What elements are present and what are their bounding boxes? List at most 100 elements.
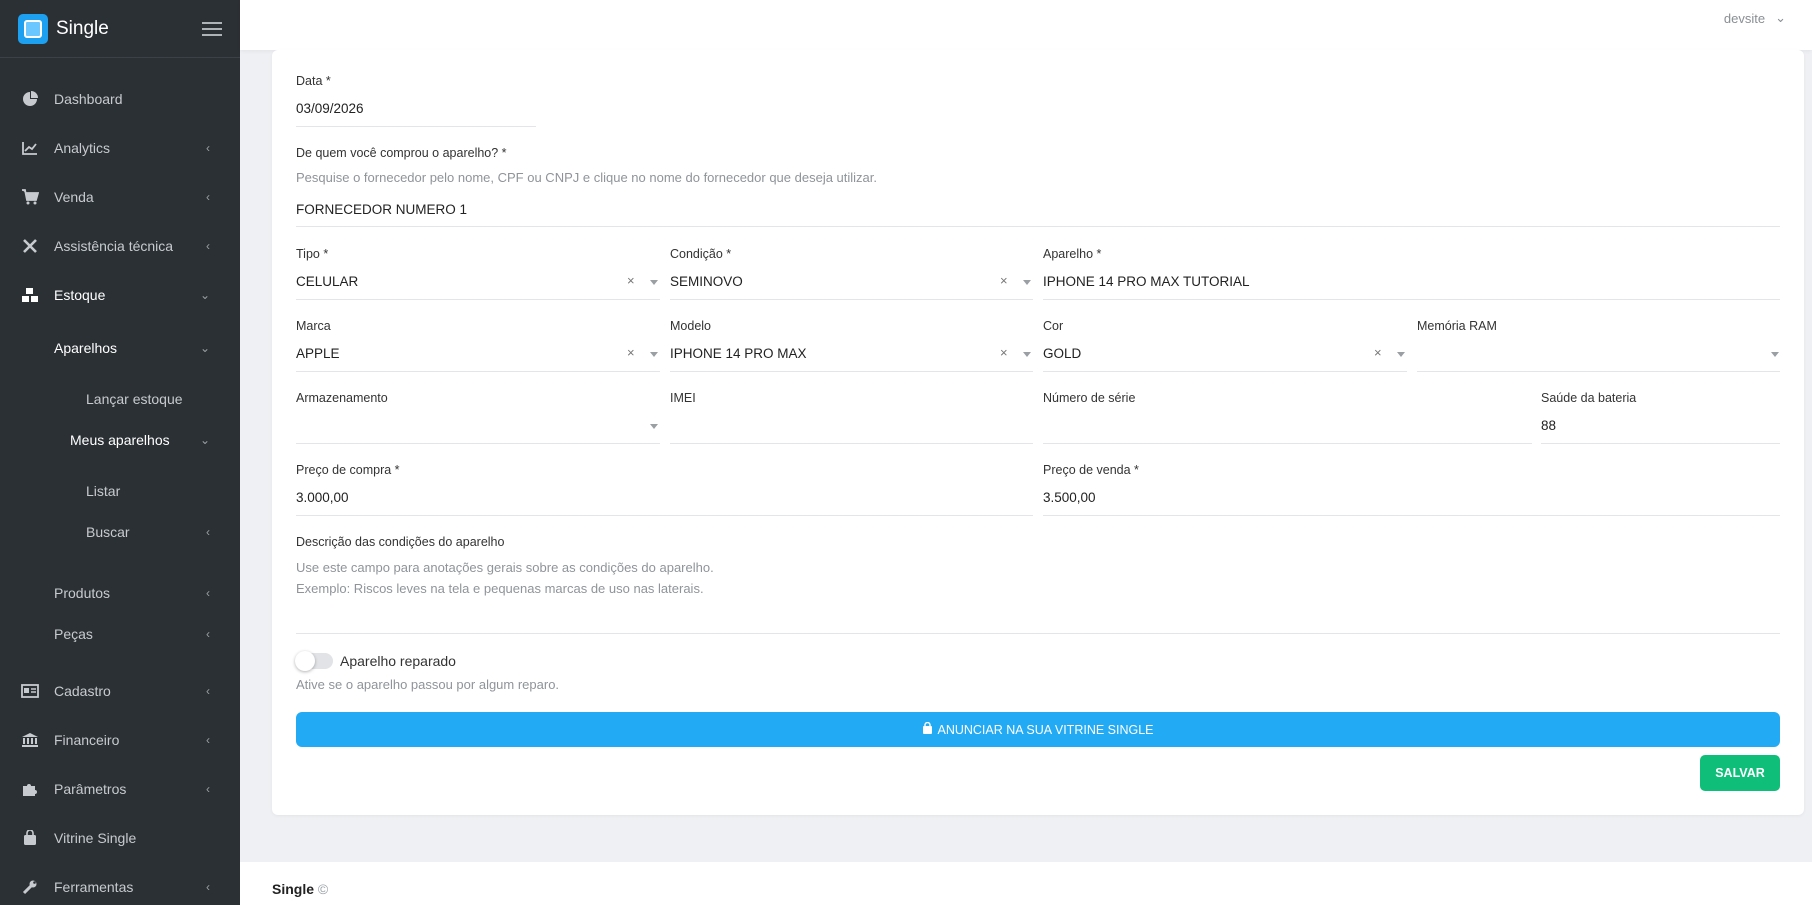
sidebar-item-ferramentas[interactable]: Ferramentas ‹ xyxy=(0,867,240,905)
serie-label: Número de série xyxy=(1043,391,1136,405)
sidebar-item-vitrine[interactable]: Vitrine Single xyxy=(0,818,240,858)
bateria-underline xyxy=(1541,443,1780,444)
marca-label: Marca xyxy=(296,319,331,333)
save-button[interactable]: SALVAR xyxy=(1700,755,1780,791)
topbar: devsite ⌄ xyxy=(240,0,1812,50)
clear-icon[interactable]: × xyxy=(1374,345,1382,360)
data-input[interactable]: 03/09/2026 xyxy=(296,101,364,116)
clear-icon[interactable]: × xyxy=(1000,273,1008,288)
logo-icon xyxy=(18,13,48,44)
dropdown-caret-icon[interactable] xyxy=(650,424,658,429)
armazenamento-label: Armazenamento xyxy=(296,391,388,405)
sidebar-item-label: Assistência técnica xyxy=(54,238,174,254)
footer: Single © xyxy=(240,862,1812,905)
dropdown-caret-icon[interactable] xyxy=(650,280,658,285)
clear-icon[interactable]: × xyxy=(627,345,635,360)
fornecedor-hint: Pesquise o fornecedor pelo nome, CPF ou … xyxy=(296,170,878,185)
sidebar-item-label: Financeiro xyxy=(54,732,120,748)
dropdown-caret-icon[interactable] xyxy=(1771,352,1779,357)
cor-select[interactable]: GOLD xyxy=(1043,346,1081,361)
bateria-input[interactable]: 88 xyxy=(1541,418,1556,433)
reparado-label: Aparelho reparado xyxy=(340,653,456,669)
memoria-underline xyxy=(1417,371,1780,372)
tipo-select[interactable]: CELULAR xyxy=(296,274,358,289)
sidebar-item-label: Analytics xyxy=(54,140,111,156)
chevron-left-icon: ‹ xyxy=(206,586,210,600)
chevron-down-icon: ⌄ xyxy=(1775,10,1786,25)
imei-underline xyxy=(670,443,1033,444)
bag-icon xyxy=(922,721,933,737)
sidebar-item-label: Vitrine Single xyxy=(54,830,137,846)
id-card-icon xyxy=(21,682,39,700)
dropdown-caret-icon[interactable] xyxy=(1023,280,1031,285)
dropdown-caret-icon[interactable] xyxy=(650,352,658,357)
sidebar-item-analytics[interactable]: Analytics ‹ xyxy=(0,128,240,168)
sidebar-item-label: Lançar estoque xyxy=(86,391,183,407)
wrench-icon xyxy=(21,878,39,896)
sidebar-item-dashboard[interactable]: Dashboard xyxy=(0,79,240,119)
sidebar-item-meus-aparelhos[interactable]: Meus aparelhos ⌄ xyxy=(0,420,240,460)
bag-icon xyxy=(21,829,39,847)
sidebar-item-venda[interactable]: Venda ‹ xyxy=(0,177,240,217)
sidebar-item-aparelhos[interactable]: Aparelhos ⌄ xyxy=(0,328,240,368)
condicao-label: Condição * xyxy=(670,247,732,261)
chevron-left-icon: ‹ xyxy=(206,733,210,747)
condicao-select[interactable]: SEMINOVO xyxy=(670,274,743,289)
chevron-left-icon: ‹ xyxy=(206,880,210,894)
modelo-select[interactable]: IPHONE 14 PRO MAX xyxy=(670,346,807,361)
tipo-underline xyxy=(296,299,660,300)
aparelho-input[interactable]: IPHONE 14 PRO MAX TUTORIAL xyxy=(1043,274,1250,289)
sidebar-item-label: Peças xyxy=(54,626,93,642)
dropdown-caret-icon[interactable] xyxy=(1023,352,1031,357)
preco-compra-input[interactable]: 3.000,00 xyxy=(296,490,349,505)
sidebar: Single Dashboard Analytics ‹ Venda ‹ Ass… xyxy=(0,0,240,905)
clear-icon[interactable]: × xyxy=(627,273,635,288)
modelo-label: Modelo xyxy=(670,319,711,333)
memoria-label: Memória RAM xyxy=(1417,319,1497,333)
descricao-placeholder-line2[interactable]: Exemplo: Riscos leves na tela e pequenas… xyxy=(296,581,704,596)
sidebar-item-cadastro[interactable]: Cadastro ‹ xyxy=(0,671,240,711)
sidebar-item-label: Buscar xyxy=(86,524,130,540)
sidebar-item-parametros[interactable]: Parâmetros ‹ xyxy=(0,769,240,809)
marca-select[interactable]: APPLE xyxy=(296,346,340,361)
sidebar-item-pecas[interactable]: Peças ‹ xyxy=(0,614,240,654)
sidebar-item-label: Venda xyxy=(54,189,94,205)
data-underline xyxy=(296,126,536,127)
menu-toggle-icon[interactable] xyxy=(202,21,222,36)
cor-label: Cor xyxy=(1043,319,1064,333)
clear-icon[interactable]: × xyxy=(1000,345,1008,360)
cor-underline xyxy=(1043,371,1407,372)
fornecedor-label: De quem você comprou o aparelho? * xyxy=(296,146,507,160)
preco-venda-input[interactable]: 3.500,00 xyxy=(1043,490,1096,505)
sidebar-item-financeiro[interactable]: Financeiro ‹ xyxy=(0,720,240,760)
pie-chart-icon xyxy=(21,90,39,108)
sidebar-item-listar[interactable]: Listar xyxy=(0,471,240,511)
dropdown-caret-icon[interactable] xyxy=(1397,352,1405,357)
bank-icon xyxy=(21,731,39,749)
sidebar-item-produtos[interactable]: Produtos ‹ xyxy=(0,573,240,613)
sidebar-item-label: Aparelhos xyxy=(54,340,118,356)
preco-venda-underline xyxy=(1043,515,1780,516)
sidebar-item-estoque[interactable]: Estoque ⌄ xyxy=(0,275,240,315)
sidebar-item-buscar[interactable]: Buscar ‹ xyxy=(0,512,240,552)
preco-compra-label: Preço de compra * xyxy=(296,463,400,477)
sidebar-item-label: Produtos xyxy=(54,585,111,601)
sidebar-item-label: Parâmetros xyxy=(54,781,127,797)
user-menu[interactable]: devsite ⌄ xyxy=(1724,10,1786,26)
imei-label: IMEI xyxy=(670,391,696,405)
reparado-toggle[interactable] xyxy=(295,651,333,671)
chevron-left-icon: ‹ xyxy=(206,684,210,698)
vitrine-button[interactable]: ANUNCIAR NA SUA VITRINE SINGLE xyxy=(296,712,1780,747)
cart-icon xyxy=(21,188,39,206)
sidebar-item-lancar-estoque[interactable]: Lançar estoque xyxy=(0,379,240,419)
tools-icon xyxy=(21,237,39,255)
device-form-card xyxy=(272,50,1804,815)
sidebar-item-assistencia[interactable]: Assistência técnica ‹ xyxy=(0,226,240,266)
sidebar-item-label: Meus aparelhos xyxy=(70,432,170,448)
descricao-placeholder-line1[interactable]: Use este campo para anotações gerais sob… xyxy=(296,560,714,575)
aparelho-label: Aparelho * xyxy=(1043,247,1102,261)
preco-compra-underline xyxy=(296,515,1033,516)
fornecedor-input[interactable]: FORNECEDOR NUMERO 1 xyxy=(296,202,467,217)
chevron-left-icon: ‹ xyxy=(206,782,210,796)
vitrine-button-label: ANUNCIAR NA SUA VITRINE SINGLE xyxy=(937,722,1154,737)
